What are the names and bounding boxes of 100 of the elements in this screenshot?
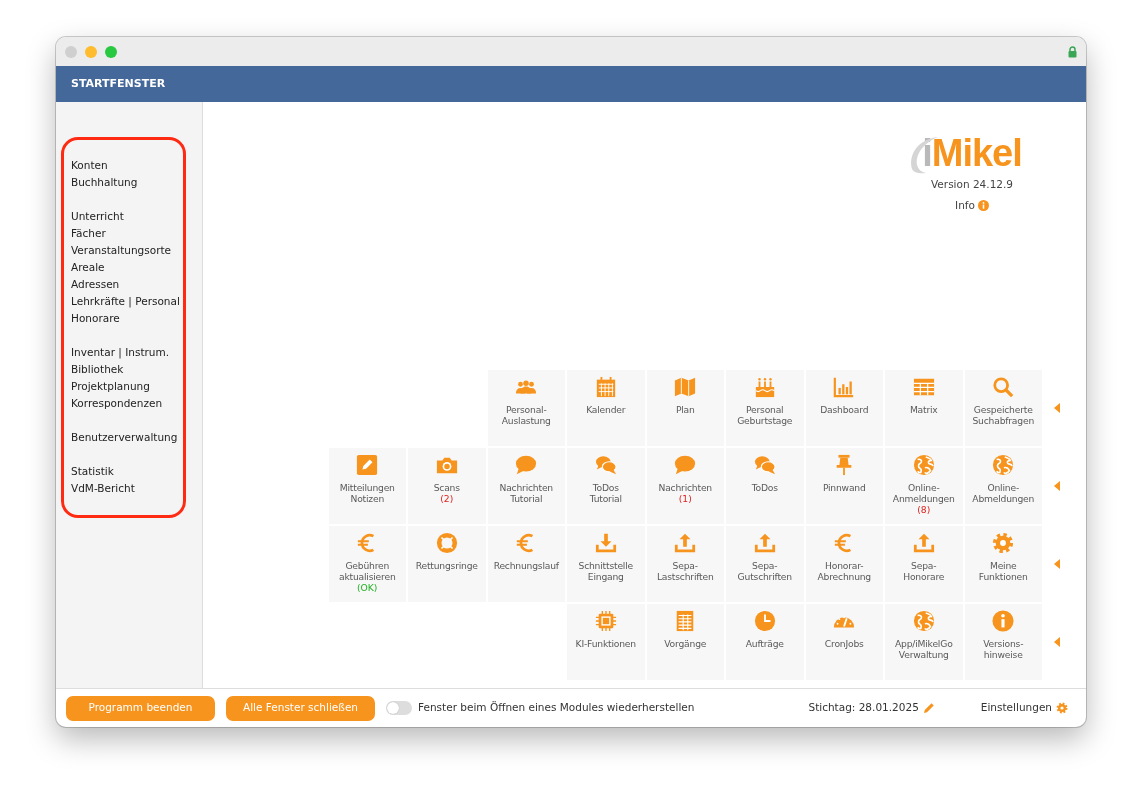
- tile-label: Personal- Auslastung: [501, 404, 551, 426]
- module-tile[interactable]: Dashboard: [805, 370, 883, 446]
- pencil-icon[interactable]: [922, 702, 935, 715]
- tile-label: Online- Anmeldungen: [892, 482, 955, 504]
- sidebar-item[interactable]: Inventar | Instrum.: [71, 344, 183, 361]
- tile-label: Plan: [675, 404, 695, 415]
- toggle-switch[interactable]: [386, 701, 412, 715]
- module-tile[interactable]: ToDos Tutorial: [567, 448, 645, 524]
- module-tile[interactable]: Personal- Auslastung: [487, 370, 565, 446]
- sidebar-item[interactable]: Areale: [71, 259, 183, 276]
- module-tile[interactable]: Personal Geburtstage: [726, 370, 804, 446]
- close-window-button[interactable]: [65, 45, 77, 58]
- globe-icon: [992, 454, 1015, 476]
- module-tile[interactable]: Rechnungslauf: [487, 526, 565, 602]
- settings-link[interactable]: Einstellungen: [980, 700, 1052, 716]
- sidebar-item[interactable]: Bibliothek: [71, 361, 183, 378]
- module-tile[interactable]: Mitteilungen Notizen: [328, 448, 406, 524]
- tile-label: Dashboard: [820, 404, 869, 415]
- globe-icon: [912, 454, 935, 476]
- module-tile[interactable]: Sepa- Honorare: [885, 526, 963, 602]
- minimize-window-button[interactable]: [85, 45, 97, 58]
- sidebar-item[interactable]: Veranstaltungsorte: [71, 242, 183, 259]
- module-tile[interactable]: Gebühren aktualisieren (OK): [328, 526, 406, 602]
- sidebar-item[interactable]: Lehrkräfte | Personal: [71, 293, 183, 310]
- tile-label: Kalender: [586, 404, 626, 415]
- map-icon: [674, 376, 697, 398]
- module-tile[interactable]: Online- Anmeldungen (8): [885, 448, 963, 524]
- speech-bubbles-icon: [594, 454, 617, 476]
- collapse-arrow-icon[interactable]: [1054, 481, 1060, 491]
- upload-icon: [912, 532, 935, 554]
- module-tile[interactable]: Sepa- Lastschriften: [646, 526, 724, 602]
- module-tile[interactable]: Gespeicherte Suchabfragen: [964, 370, 1042, 446]
- tile-label: Online- Abmeldungen: [972, 482, 1035, 504]
- sidebar-item[interactable]: Unterricht: [71, 208, 183, 225]
- sidebar-item[interactable]: VdM-Bericht: [71, 480, 183, 497]
- module-tile[interactable]: Nachrichten Tutorial: [487, 448, 565, 524]
- module-tile[interactable]: Rettungsringe: [408, 526, 486, 602]
- window-title: STARTFENSTER: [71, 75, 166, 92]
- lock-icon: [1068, 45, 1077, 58]
- reference-date: Stichtag: 28.01.2025: [808, 700, 919, 716]
- tile-label: Personal Geburtstage: [737, 404, 793, 426]
- tile-label: KI-Funktionen: [575, 638, 636, 649]
- module-tile[interactable]: App/iMikelGo Verwaltung: [885, 604, 963, 680]
- upload-icon: [753, 532, 776, 554]
- module-tile[interactable]: Pinnwand: [805, 448, 883, 524]
- tile-label: Versions- hinweise: [983, 638, 1024, 660]
- module-tile[interactable]: CronJobs: [805, 604, 883, 680]
- module-tile[interactable]: Plan: [646, 370, 724, 446]
- module-tile[interactable]: Meine Funktionen: [964, 526, 1042, 602]
- clock-icon: [753, 610, 776, 632]
- count-label: (1): [678, 493, 692, 504]
- collapse-arrow-icon[interactable]: [1054, 559, 1060, 569]
- module-tile[interactable]: Sepa- Gutschriften: [726, 526, 804, 602]
- tile-label: Nachrichten: [658, 482, 712, 493]
- pencil-icon: [356, 454, 379, 476]
- module-tile[interactable]: Versions- hinweise: [964, 604, 1042, 680]
- module-tile[interactable]: Scans (2): [408, 448, 486, 524]
- module-tile[interactable]: ToDos: [726, 448, 804, 524]
- toggle-label: Fenster beim Öffnen eines Modules wiederherstellen: [418, 700, 695, 716]
- tile-label: Sepa- Honorare: [903, 560, 945, 582]
- sidebar-item[interactable]: Projektplanung: [71, 378, 183, 395]
- zoom-window-button[interactable]: [105, 45, 117, 58]
- info-link[interactable]: Info: [955, 197, 975, 214]
- chip-icon: [594, 610, 617, 632]
- sidebar-item[interactable]: Benutzerverwaltung: [71, 429, 183, 446]
- table-icon: [912, 376, 935, 398]
- module-tile[interactable]: Vorgänge: [646, 604, 724, 680]
- sidebar-item[interactable]: Konten: [71, 157, 183, 174]
- bar-chart-icon: [833, 376, 856, 398]
- tile-label: App/iMikelGo Verwaltung: [894, 638, 953, 660]
- module-tile[interactable]: Nachrichten (1): [646, 448, 724, 524]
- tile-label: ToDos: [751, 482, 778, 493]
- count-label: (8): [917, 504, 931, 515]
- lifebuoy-icon: [435, 532, 458, 554]
- collapse-arrow-icon[interactable]: [1054, 637, 1060, 647]
- sidebar-item[interactable]: Buchhaltung: [71, 174, 183, 191]
- tile-label: Matrix: [909, 404, 938, 415]
- module-tile[interactable]: Schnittstelle Eingang: [567, 526, 645, 602]
- sidebar-item[interactable]: Fächer: [71, 225, 183, 242]
- sidebar-item[interactable]: Statistik: [71, 463, 183, 480]
- module-tile[interactable]: Online- Abmeldungen: [964, 448, 1042, 524]
- sidebar-item[interactable]: Adressen: [71, 276, 183, 293]
- tile-label: Aufträge: [745, 638, 784, 649]
- speech-bubble-icon: [515, 454, 538, 476]
- module-tile[interactable]: KI-Funktionen: [567, 604, 645, 680]
- module-tile[interactable]: Aufträge: [726, 604, 804, 680]
- tile-label: Meine Funktionen: [978, 560, 1028, 582]
- module-tile[interactable]: Honorar- Abrechnung: [805, 526, 883, 602]
- gear-icon: [992, 532, 1015, 554]
- module-tile[interactable]: Kalender: [567, 370, 645, 446]
- info-icon[interactable]: [977, 200, 989, 212]
- globe-icon: [912, 610, 935, 632]
- collapse-arrow-icon[interactable]: [1054, 403, 1060, 413]
- module-tile[interactable]: Matrix: [885, 370, 963, 446]
- sidebar-item[interactable]: Korrespondenzen: [71, 395, 183, 412]
- tile-label: Honorar- Abrechnung: [817, 560, 871, 582]
- tile-label: CronJobs: [824, 638, 864, 649]
- gear-icon[interactable]: [1056, 702, 1068, 715]
- calendar-icon: [594, 376, 617, 398]
- sidebar-item[interactable]: Honorare: [71, 310, 183, 327]
